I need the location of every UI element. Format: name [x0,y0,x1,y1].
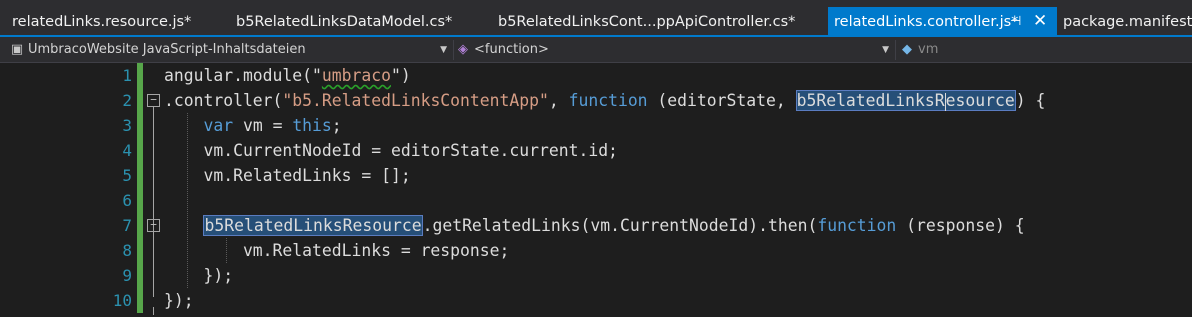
collapse-icon[interactable]: − [147,219,160,232]
code-token: (response) { [896,216,1025,235]
code-token: }); [164,266,234,285]
change-indicator [137,188,143,213]
function-cube-icon: ◈ [458,42,468,57]
code-text: var vm = this; [164,113,342,138]
navigation-bar: ▣ UmbracoWebsite JavaScript-Inhaltsdateie… [0,37,1192,63]
pin-tab-icon[interactable]: ⊣ [1010,7,1021,37]
code-token: ; [331,116,342,135]
variable-cube-icon: ◆ [902,42,912,57]
code-line[interactable]: 7 − b5RelatedLinksResource.getRelatedLink… [0,213,1192,238]
code-token: var [203,116,234,135]
change-indicator [137,163,143,188]
code-line[interactable]: 2 − .controller("b5.RelatedLinksContentApp… [0,88,1192,113]
code-token: (editorState, [647,91,796,110]
member-dropdown-value: vm [918,42,939,57]
line-number: 9 [122,266,132,285]
line-number: 4 [122,141,132,160]
change-indicator [137,263,143,288]
collapse-icon[interactable]: − [147,94,160,107]
text-cursor [944,92,946,111]
code-token: function [568,91,648,110]
code-editor[interactable]: 1 angular.module("umbraco") 2− .controller(… [0,63,1192,317]
tab-label: package.manifest [1063,14,1192,30]
line-number: 1 [122,66,132,85]
change-indicator [137,238,143,263]
tab-related-links-data-model[interactable]: b5RelatedLinksDataModel.cs* [224,8,452,37]
close-tab-icon[interactable]: ✕ [1033,6,1047,36]
tab-label: relatedLinks.controller.js* [834,14,1019,30]
code-token: ) { [1015,91,1046,110]
tab-label: relatedLinks.resource.js* [12,14,192,30]
tab-package-manifest[interactable]: package.manifest [1051,8,1192,37]
code-line[interactable]: 4 vm.CurrentNodeId = editorState.current… [0,138,1192,163]
code-line[interactable]: 1 angular.module("umbraco") [0,63,1192,88]
document-tab-strip: relatedLinks.resource.js* b5RelatedLinks… [0,0,1192,37]
line-number: 8 [122,241,132,260]
code-token: }); [164,291,194,310]
code-token: vm.RelatedLinks = response; [164,241,510,260]
code-token: "b5.RelatedLinksContentApp" [282,91,549,110]
chevron-down-icon: ▼ [440,45,447,55]
project-dropdown-value: UmbracoWebsite JavaScript-Inhaltsdateien [28,42,306,57]
code-token: angular.module(" [164,66,322,85]
code-token: .getRelatedLinks(vm.CurrentNodeId).then( [422,216,818,235]
code-text: }); [164,263,233,288]
scope-dropdown-value: <function> [474,42,549,57]
line-number: 6 [122,191,132,210]
member-dropdown[interactable]: ◆ vm [900,40,1192,60]
code-line[interactable]: 6 [0,188,1192,213]
code-line[interactable]: 8 vm.RelatedLinks = response; [0,238,1192,263]
highlighted-reference: b5RelatedLinksResource [203,215,423,236]
line-number: 10 [112,291,132,310]
scope-dropdown[interactable]: ◈ <function> ▼ [456,40,896,60]
code-line[interactable]: 3 var vm = this; [0,113,1192,138]
code-token: .controller( [164,91,283,110]
code-token: function [817,216,897,235]
code-text: }); [164,288,194,313]
change-indicator [137,288,143,313]
chevron-down-icon: ▼ [882,45,889,55]
code-token: vm.RelatedLinks = []; [164,166,411,185]
tab-label: b5RelatedLinksDataModel.cs* [236,14,453,30]
code-line[interactable]: 9 }); [0,263,1192,288]
code-token: ") [390,66,411,85]
tab-related-links-resource[interactable]: relatedLinks.resource.js* [0,8,191,37]
line-number: 2 [122,91,132,110]
code-token: this [292,116,332,135]
code-text: .controller("b5.RelatedLinksContentApp",… [164,88,1045,113]
code-line[interactable]: 10}); [0,288,1192,313]
project-dropdown[interactable]: ▣ UmbracoWebsite JavaScript-Inhaltsdateie… [10,40,454,60]
change-indicator [137,138,143,163]
code-text: angular.module("umbraco") [164,63,411,88]
line-number: 3 [122,116,132,135]
code-token: vm = [233,116,293,135]
change-indicator [137,113,143,138]
change-indicator [137,63,143,88]
js-project-icon: ▣ [10,42,24,57]
code-token: , [548,91,569,110]
change-indicator [137,88,143,113]
code-text: vm.RelatedLinks = response; [164,238,509,263]
code-text: vm.CurrentNodeId = editorState.current.i… [164,138,618,163]
tab-related-links-api-controller[interactable]: b5RelatedLinksCont...ppApiController.cs* [486,8,795,37]
line-number: 7 [122,216,132,235]
code-text: b5RelatedLinksResource.getRelatedLinks(v… [164,213,1025,238]
code-token: vm.CurrentNodeId = editorState.current.i… [164,141,618,160]
line-number: 5 [122,166,132,185]
tab-related-links-controller[interactable]: relatedLinks.controller.js* ⊣ ✕ [828,7,1057,37]
tab-label: b5RelatedLinksCont...ppApiController.cs* [498,14,796,30]
change-indicator [137,213,143,238]
code-text: vm.RelatedLinks = []; [164,163,411,188]
highlighted-reference: b5RelatedLinksResource [795,90,1016,111]
code-token: umbraco [321,66,391,85]
code-line[interactable]: 5 vm.RelatedLinks = []; [0,163,1192,188]
